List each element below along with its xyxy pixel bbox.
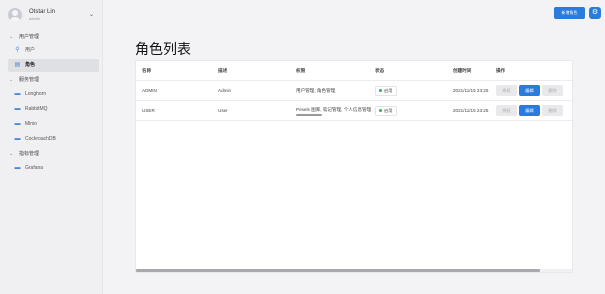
gear-icon[interactable]: ⚙ [589, 7, 601, 19]
sidebar-item-label: Grafana [25, 165, 44, 171]
folder-icon: ▬ [14, 165, 21, 171]
permissions-scroll[interactable]: Pexels 图库, 笔记管理, 个人信息管理 [296, 105, 371, 116]
chevron-down-icon: ⌄ [9, 151, 14, 157]
folder-icon: ▬ [14, 121, 21, 127]
sidebar-item-grafana[interactable]: ▬ Grafana [8, 162, 99, 175]
status-label: 启用 [384, 88, 393, 93]
status-badge: 启用 [375, 86, 398, 96]
sidebar-item-longhorn[interactable]: ▬ Longhorn [8, 88, 99, 101]
chevron-down-icon: ⌄ [9, 77, 14, 83]
roles-table: 名称 描述 权限 状态 创建时间 操作 ADMIN Admin 用户管理, 角色… [135, 60, 573, 273]
sidebar-item-label: Longhorn [25, 91, 47, 97]
status-badge: 启用 [375, 106, 398, 116]
cell-description: User [218, 108, 228, 113]
nav-group-label: 服务管理 [19, 77, 40, 83]
add-role-button[interactable]: 新增角色 [554, 7, 585, 19]
column-header-created: 创建时间 [453, 68, 472, 73]
document-icon: ▤ [14, 62, 21, 68]
chevron-down-icon: ⌄ [9, 34, 14, 40]
nav-group-service-management[interactable]: ⌄ 服务管理 [0, 75, 103, 86]
page-title: 角色列表 [135, 41, 191, 57]
column-header-status: 状态 [375, 68, 385, 73]
column-header-actions: 操作 [496, 68, 506, 73]
folder-icon: ▬ [14, 106, 21, 112]
status-dot [379, 88, 382, 92]
user-profile[interactable]: Otstar Lin admin ⌄ [8, 8, 98, 24]
folder-icon: ▬ [14, 91, 21, 97]
sidebar-item-minio[interactable]: ▬ Minio [8, 118, 99, 131]
nav-group-user-management[interactable]: ⌄ 用户管理 [0, 32, 103, 43]
table-header: 名称 描述 权限 状态 创建时间 操作 [136, 61, 572, 81]
sidebar-item-users[interactable]: ⚲ 用户 [8, 44, 99, 57]
cell-created: 2021/11/15 23:25 [453, 88, 489, 93]
sidebar-item-cockroachdb[interactable]: ▬ CockroachDB [8, 133, 99, 146]
sidebar-item-label: CockroachDB [25, 136, 56, 142]
sidebar-item-label: Minio [25, 121, 37, 127]
cell-permissions: Pexels 图库, 笔记管理, 个人信息管理 [296, 107, 371, 112]
sidebar-item-label: RabbitMQ [25, 106, 48, 112]
cell-description: Admin [218, 88, 232, 93]
nav-group-metrics-management[interactable]: ⌄ 指标管理 [0, 149, 103, 160]
cell-name: USER [142, 108, 155, 113]
user-icon: ⚲ [15, 47, 20, 53]
sidebar-item-rabbitmq[interactable]: ▬ RabbitMQ [8, 103, 99, 116]
column-header-name: 名称 [142, 68, 152, 73]
permissions-scrollbar[interactable] [296, 114, 322, 116]
table-row: USER User Pexels 图库, 笔记管理, 个人信息管理 启用 202… [136, 101, 572, 121]
delete-button[interactable]: 删除 [542, 105, 563, 116]
nav-group-label: 用户管理 [19, 34, 40, 40]
delete-button[interactable]: 删除 [542, 85, 563, 96]
column-header-permissions: 权限 [296, 68, 306, 73]
cell-name: ADMIN [142, 88, 157, 93]
user-name: Otstar Lin [29, 9, 56, 15]
avatar [8, 8, 22, 22]
nav-group-label: 指标管理 [19, 151, 40, 157]
edit-button[interactable]: 编辑 [519, 105, 540, 116]
user-role: admin [29, 16, 40, 21]
chevron-down-icon[interactable]: ⌄ [89, 11, 94, 19]
sidebar-item-label: 角色 [25, 62, 36, 68]
status-dot [379, 108, 382, 112]
column-header-description: 描述 [218, 68, 228, 73]
table-row: ADMIN Admin 用户管理, 角色管理 启用 2021/11/15 23:… [136, 81, 572, 101]
sidebar-item-roles[interactable]: ▤ 角色 [8, 59, 99, 72]
horizontal-scrollbar[interactable] [136, 269, 572, 272]
cell-created: 2021/11/15 23:25 [453, 108, 489, 113]
status-label: 启用 [384, 108, 393, 113]
scrollbar-thumb[interactable] [136, 269, 540, 272]
edit-button[interactable]: 编辑 [519, 85, 540, 96]
authorize-button[interactable]: 授权 [496, 105, 517, 116]
sidebar-item-label: 用户 [25, 47, 36, 53]
sidebar: Otstar Lin admin ⌄ ⌄ 用户管理 ⚲ 用户 ▤ 角色 ⌄ 服务… [0, 0, 103, 294]
authorize-button[interactable]: 授权 [496, 85, 517, 96]
cell-permissions: 用户管理, 角色管理 [296, 88, 336, 93]
folder-icon: ▬ [14, 136, 21, 142]
